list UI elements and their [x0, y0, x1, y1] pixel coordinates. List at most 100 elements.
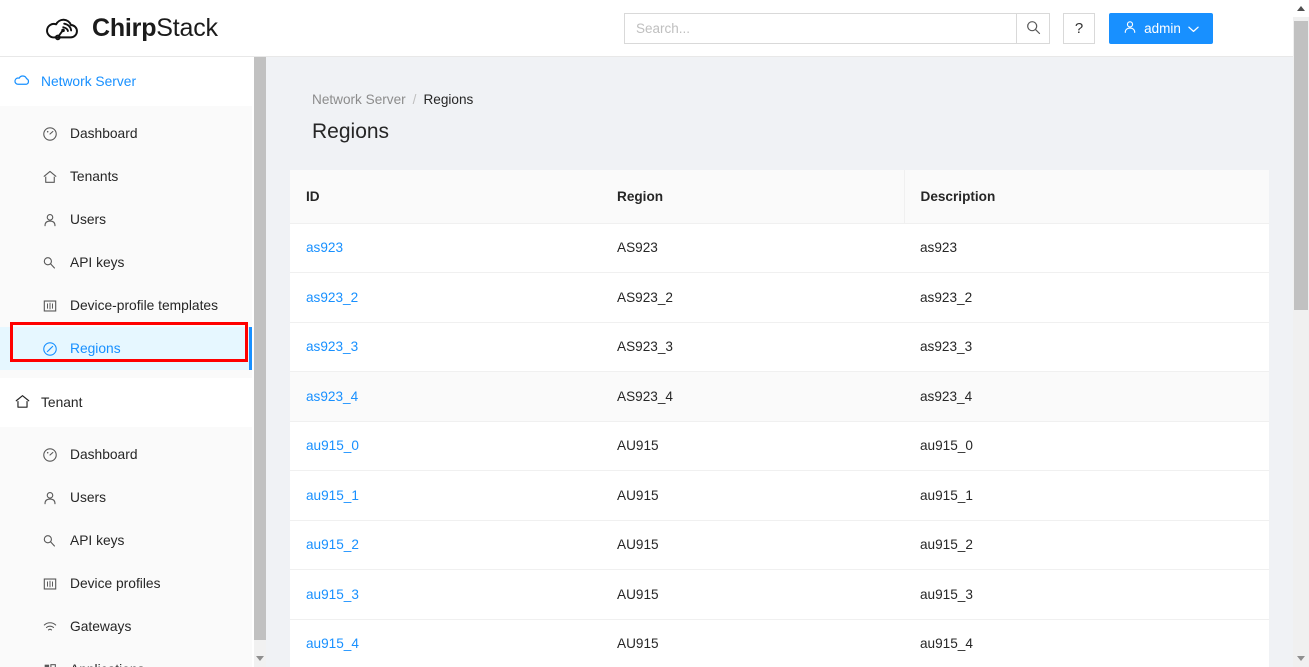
region-link[interactable]: au915_0 — [306, 438, 359, 453]
cell-region: AS923 — [601, 223, 904, 273]
cloud-icon — [14, 72, 31, 92]
cell-id: as923_4 — [290, 372, 601, 422]
main-content: Network Server / Regions Regions ID Regi… — [266, 57, 1293, 667]
sidebar-scrollbar-thumb[interactable] — [254, 57, 266, 640]
cell-id: au915_1 — [290, 471, 601, 521]
region-link[interactable]: au915_4 — [306, 636, 359, 651]
region-link[interactable]: au915_2 — [306, 537, 359, 552]
page-scrollbar-thumb[interactable] — [1294, 21, 1308, 310]
cell-region: AU915 — [601, 570, 904, 620]
sidebar-group-label: Tenant — [41, 395, 82, 410]
page-scrollbar-track[interactable] — [1293, 0, 1309, 667]
cell-description: au915_0 — [904, 421, 1269, 471]
sidebar-item-label: API keys — [70, 255, 124, 270]
compass-icon — [42, 341, 58, 357]
brand-title: ChirpStack — [92, 14, 218, 43]
sidebar-item-api-keys-ns[interactable]: API keys — [0, 241, 252, 284]
sidebar-item-dashboard-ns[interactable]: Dashboard — [0, 112, 252, 155]
cell-region: AU915 — [601, 619, 904, 667]
breadcrumb: Network Server / Regions — [312, 92, 1293, 107]
search-button[interactable] — [1016, 13, 1050, 44]
cell-region: AU915 — [601, 520, 904, 570]
region-link[interactable]: as923_3 — [306, 339, 358, 354]
chevron-down-icon — [1188, 21, 1199, 36]
user-icon — [42, 212, 58, 228]
brand-title-light: Stack — [156, 14, 218, 42]
breadcrumb-current: Regions — [423, 92, 473, 107]
breadcrumb-separator: / — [413, 92, 417, 107]
sidebar-scroll-down-button[interactable] — [254, 651, 266, 665]
page-scroll-down-button[interactable] — [1293, 650, 1309, 667]
key-icon — [42, 255, 58, 271]
admin-menu-button[interactable]: admin — [1109, 13, 1213, 44]
table-row[interactable]: au915_1 AU915 au915_1 — [290, 471, 1269, 521]
sidebar-item-label: Dashboard — [70, 447, 138, 462]
sidebar-item-label: Device profiles — [70, 576, 160, 591]
sidebar-item-regions[interactable]: Regions — [0, 327, 252, 370]
sidebar-group-network-server[interactable]: Network Server — [0, 57, 252, 106]
home-icon — [42, 169, 58, 185]
cell-id: au915_4 — [290, 619, 601, 667]
regions-table-head: ID Region Description — [290, 170, 1269, 223]
sidebar-item-label: Users — [70, 490, 106, 505]
table-row[interactable]: as923_2 AS923_2 as923_2 — [290, 273, 1269, 323]
region-link[interactable]: au915_1 — [306, 488, 359, 503]
sidebar-item-label: Device-profile templates — [70, 298, 218, 313]
regions-table-body: as923 AS923 as923 as923_2 AS923_2 as923_… — [290, 223, 1269, 667]
sidebar-item-label: Users — [70, 212, 106, 227]
table-row[interactable]: au915_0 AU915 au915_0 — [290, 421, 1269, 471]
region-link[interactable]: as923 — [306, 240, 343, 255]
admin-menu-label: admin — [1144, 22, 1181, 36]
sidebar-item-label: Regions — [70, 341, 121, 356]
sidebar[interactable]: Network Server Dashboard — [0, 57, 252, 667]
region-link[interactable]: au915_3 — [306, 587, 359, 602]
chevron-up-icon — [1297, 6, 1305, 11]
table-row[interactable]: as923_4 AS923_4 as923_4 — [290, 372, 1269, 422]
sidebar-item-label: Tenants — [70, 169, 118, 184]
header-actions: ? admin — [624, 13, 1213, 44]
cell-description: as923_3 — [904, 322, 1269, 372]
table-row[interactable]: au915_3 AU915 au915_3 — [290, 570, 1269, 620]
sidebar-item-device-profiles[interactable]: Device profiles — [0, 562, 252, 605]
sidebar-group-tenant[interactable]: Tenant — [0, 378, 252, 427]
cell-description: au915_2 — [904, 520, 1269, 570]
brand[interactable]: ChirpStack — [45, 13, 218, 43]
page-scroll-up-button[interactable] — [1293, 0, 1309, 17]
sidebar-item-tenants[interactable]: Tenants — [0, 155, 252, 198]
breadcrumb-parent[interactable]: Network Server — [312, 92, 406, 107]
sidebar-item-users-ns[interactable]: Users — [0, 198, 252, 241]
cell-description: as923_2 — [904, 273, 1269, 323]
sidebar-item-users-tenant[interactable]: Users — [0, 476, 252, 519]
regions-table-card: ID Region Description as923 AS923 as923 … — [290, 170, 1269, 667]
column-header-id: ID — [290, 170, 601, 223]
sidebar-item-label: Applications — [70, 662, 144, 667]
user-icon — [1123, 20, 1137, 37]
sidebar-item-dashboard-tenant[interactable]: Dashboard — [0, 433, 252, 476]
cell-description: au915_1 — [904, 471, 1269, 521]
region-link[interactable]: as923_2 — [306, 290, 358, 305]
chevron-down-icon — [256, 656, 264, 661]
table-row[interactable]: as923 AS923 as923 — [290, 223, 1269, 273]
sidebar-item-applications[interactable]: Applications — [0, 648, 252, 667]
cell-id: au915_2 — [290, 520, 601, 570]
page-title: Regions — [312, 120, 1293, 144]
regions-table: ID Region Description as923 AS923 as923 … — [290, 170, 1269, 667]
sidebar-item-api-keys-tenant[interactable]: API keys — [0, 519, 252, 562]
table-header-row: ID Region Description — [290, 170, 1269, 223]
chevron-down-icon — [1297, 656, 1305, 661]
region-link[interactable]: as923_4 — [306, 389, 358, 404]
cell-id: as923_2 — [290, 273, 601, 323]
help-button[interactable]: ? — [1063, 13, 1095, 44]
sidebar-item-device-profile-templates[interactable]: Device-profile templates — [0, 284, 252, 327]
cell-region: AS923_4 — [601, 372, 904, 422]
cell-id: au915_0 — [290, 421, 601, 471]
table-row[interactable]: as923_3 AS923_3 as923_3 — [290, 322, 1269, 372]
dashboard-icon — [42, 447, 58, 463]
search-input[interactable] — [624, 13, 1016, 44]
sidebar-item-gateways[interactable]: Gateways — [0, 605, 252, 648]
cell-region: AS923_3 — [601, 322, 904, 372]
table-row[interactable]: au915_4 AU915 au915_4 — [290, 619, 1269, 667]
key-icon — [42, 533, 58, 549]
table-row[interactable]: au915_2 AU915 au915_2 — [290, 520, 1269, 570]
sidebar-group-tenant-items: Dashboard Users API ke — [0, 427, 252, 667]
